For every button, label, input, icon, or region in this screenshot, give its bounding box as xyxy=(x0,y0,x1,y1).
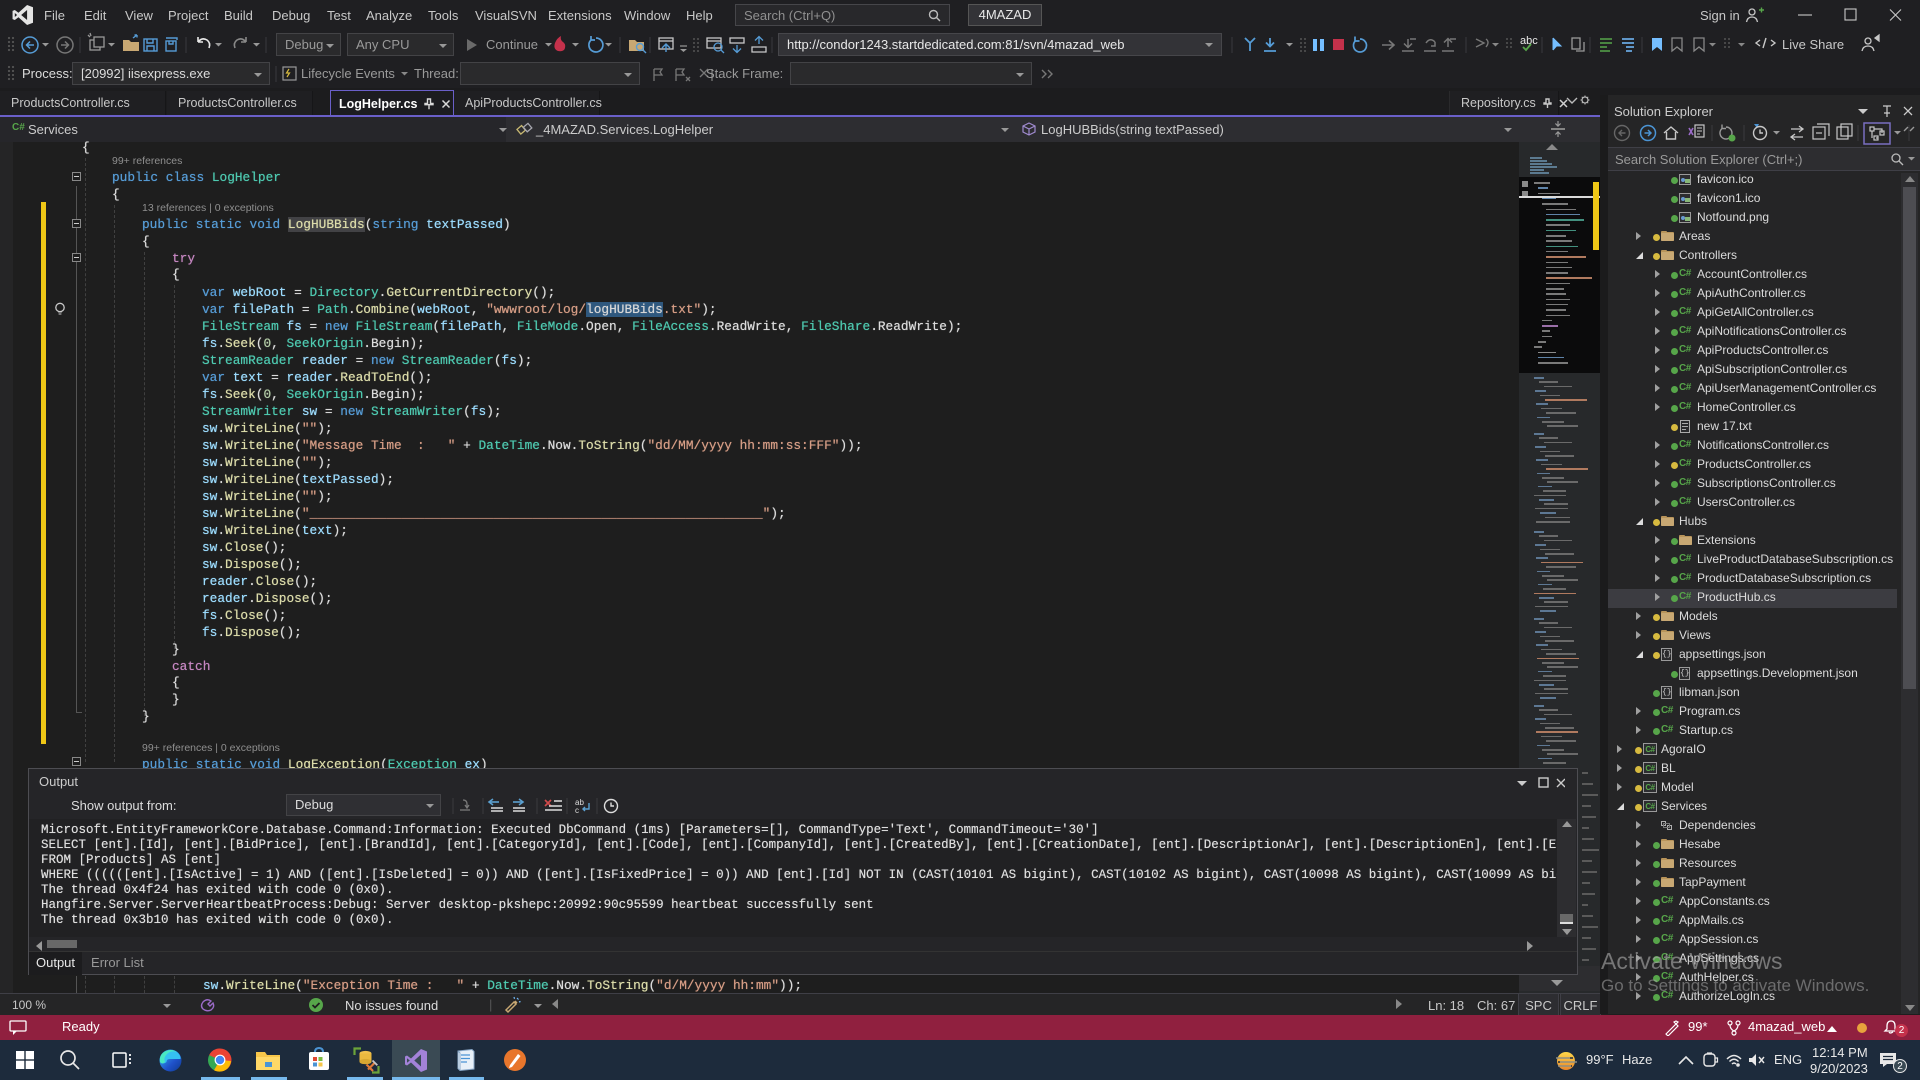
svg-text:c: c xyxy=(575,806,579,815)
svg-text:Live Share: Live Share xyxy=(1782,37,1844,52)
